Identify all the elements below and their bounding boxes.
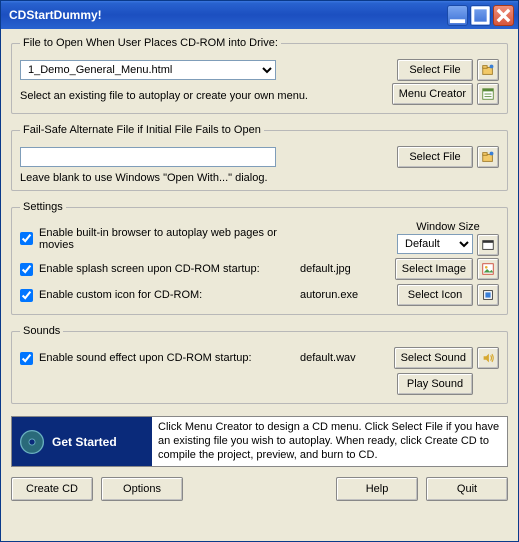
- quit-button[interactable]: Quit: [426, 477, 508, 501]
- enable-sound-check[interactable]: [20, 352, 33, 365]
- window-size-icon[interactable]: [477, 234, 499, 256]
- help-button[interactable]: Help: [336, 477, 418, 501]
- play-sound-button[interactable]: Play Sound: [397, 373, 473, 395]
- select-icon-button[interactable]: Select Icon: [397, 284, 473, 306]
- enable-browser-check[interactable]: [20, 232, 33, 245]
- failsafe-hint: Leave blank to use Windows "Open With...…: [20, 172, 499, 184]
- autoplay-hint: Select an existing file to autoplay or c…: [20, 90, 386, 102]
- splash-value: default.jpg: [300, 263, 370, 275]
- window-size-label: Window Size: [397, 221, 499, 233]
- minimize-button[interactable]: [447, 5, 468, 26]
- menu-creator-icon[interactable]: [477, 83, 499, 105]
- client-area: File to Open When User Places CD-ROM int…: [1, 29, 518, 541]
- create-cd-button[interactable]: Create CD: [11, 477, 93, 501]
- speaker-icon[interactable]: [477, 347, 499, 369]
- get-started-bar: Get Started Click Menu Creator to design…: [11, 416, 508, 467]
- select-file-button[interactable]: Select File: [397, 59, 473, 81]
- window-size-dropdown[interactable]: Default: [397, 234, 473, 254]
- failsafe-select-file-button[interactable]: Select File: [397, 146, 473, 168]
- group-settings: Settings Enable built-in browser to auto…: [11, 201, 508, 315]
- select-image-button[interactable]: Select Image: [395, 258, 473, 280]
- disc-icon: [18, 428, 46, 456]
- close-button[interactable]: [493, 5, 514, 26]
- titlebar[interactable]: CDStartDummy!: [1, 1, 518, 29]
- enable-splash-check[interactable]: [20, 263, 33, 276]
- icon-value: autorun.exe: [300, 289, 370, 301]
- bottom-buttons: Create CD Options Help Quit: [11, 477, 508, 501]
- menu-creator-button[interactable]: Menu Creator: [392, 83, 473, 105]
- select-file-browse-icon[interactable]: [477, 59, 499, 81]
- enable-sound-label: Enable sound effect upon CD-ROM startup:: [39, 352, 252, 364]
- legend-sounds: Sounds: [20, 325, 63, 337]
- group-sounds: Sounds Enable sound effect upon CD-ROM s…: [11, 325, 508, 404]
- app-window: CDStartDummy! File to Open When User Pla…: [0, 0, 519, 542]
- legend-failsafe: Fail-Safe Alternate File if Initial File…: [20, 124, 264, 136]
- group-file-to-open: File to Open When User Places CD-ROM int…: [11, 37, 508, 114]
- select-sound-button[interactable]: Select Sound: [394, 347, 473, 369]
- enable-browser-label: Enable built-in browser to autoplay web …: [39, 227, 300, 251]
- options-button[interactable]: Options: [101, 477, 183, 501]
- maximize-button[interactable]: [470, 5, 491, 26]
- enable-splash-label: Enable splash screen upon CD-ROM startup…: [39, 263, 260, 275]
- get-started-left: Get Started: [12, 417, 152, 466]
- get-started-title: Get Started: [52, 435, 117, 449]
- select-icon-icon[interactable]: [477, 284, 499, 306]
- group-failsafe: Fail-Safe Alternate File if Initial File…: [11, 124, 508, 191]
- failsafe-input[interactable]: [20, 147, 276, 167]
- sound-value: default.wav: [300, 352, 370, 364]
- legend-file-to-open: File to Open When User Places CD-ROM int…: [20, 37, 281, 49]
- select-image-icon[interactable]: [477, 258, 499, 280]
- legend-settings: Settings: [20, 201, 66, 213]
- enable-icon-label: Enable custom icon for CD-ROM:: [39, 289, 202, 301]
- window-title: CDStartDummy!: [5, 8, 447, 22]
- enable-icon-check[interactable]: [20, 289, 33, 302]
- autoplay-file-dropdown[interactable]: 1_Demo_General_Menu.html: [20, 60, 276, 80]
- get-started-text: Click Menu Creator to design a CD menu. …: [152, 417, 507, 466]
- failsafe-browse-icon[interactable]: [477, 146, 499, 168]
